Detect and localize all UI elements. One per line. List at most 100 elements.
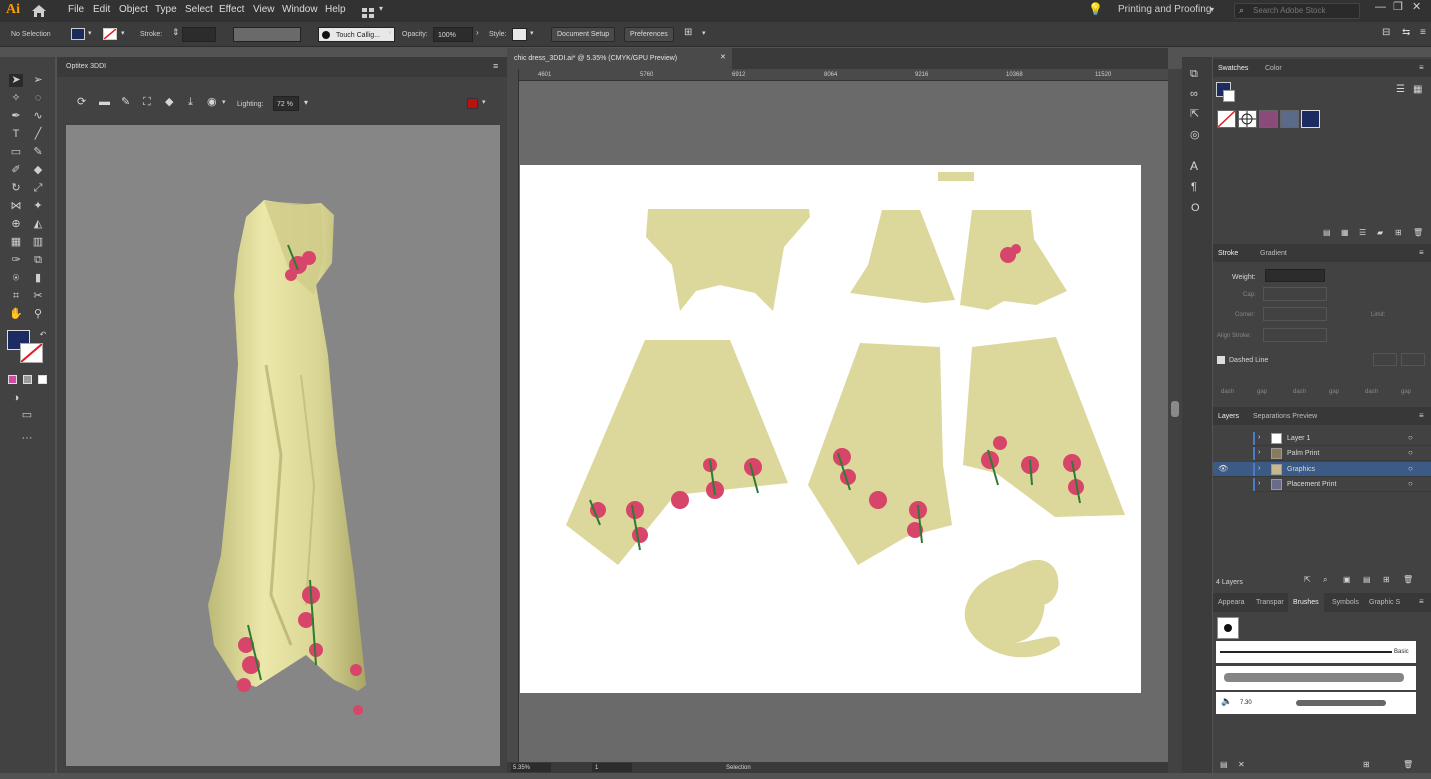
camera-reset-icon[interactable]: ▬ bbox=[99, 97, 110, 108]
preferences-button[interactable]: Preferences bbox=[624, 27, 674, 42]
tab-appearance[interactable]: Appeara bbox=[1218, 599, 1244, 606]
tab-symbols[interactable]: Symbols bbox=[1332, 599, 1359, 606]
new-brush-icon[interactable]: ⊞ bbox=[1363, 761, 1370, 769]
color-mode-icon[interactable] bbox=[8, 375, 17, 384]
record-icon[interactable] bbox=[467, 98, 478, 109]
libraries-icon[interactable]: ⧉ bbox=[1190, 69, 1198, 80]
selection-tool-icon[interactable]: ➤ bbox=[9, 74, 23, 87]
chevron-right-icon[interactable]: › bbox=[1258, 480, 1260, 487]
panel-menu-icon[interactable]: ≡ bbox=[1419, 249, 1424, 257]
locate-object-icon[interactable]: ⌕ bbox=[1323, 576, 1327, 584]
eye-icon[interactable]: 👁 bbox=[1218, 465, 1228, 473]
vertical-scrollbar[interactable] bbox=[1168, 69, 1182, 773]
panel-title[interactable]: Optitex 3DDI bbox=[66, 63, 106, 70]
home-icon[interactable] bbox=[30, 3, 48, 19]
menu-view[interactable]: View bbox=[253, 5, 275, 15]
fill-bucket-icon[interactable]: ◆ bbox=[165, 97, 173, 108]
download-icon[interactable]: ⤓ bbox=[188, 97, 193, 108]
graphic-style-swatch[interactable] bbox=[512, 28, 527, 41]
chevron-right-icon[interactable]: › bbox=[476, 29, 479, 37]
workspace-switcher[interactable]: Printing and Proofing bbox=[1118, 5, 1211, 15]
layer-row[interactable]: › Placement Print ○ bbox=[1253, 477, 1431, 492]
export-layer-icon[interactable]: ⇱ bbox=[1304, 576, 1311, 584]
list-view-icon[interactable]: ☰ bbox=[1396, 85, 1405, 95]
chevron-right-icon[interactable]: › bbox=[1258, 465, 1260, 472]
tab-transparency[interactable]: Transpar bbox=[1256, 599, 1284, 606]
chevron-right-icon[interactable]: › bbox=[1258, 449, 1260, 456]
layer-row[interactable]: › Palm Print ○ bbox=[1253, 446, 1431, 461]
clipping-mask-icon[interactable]: ▣ bbox=[1343, 576, 1351, 584]
tab-swatches[interactable]: Swatches bbox=[1218, 65, 1248, 72]
line-tool-icon[interactable]: ╱ bbox=[31, 128, 45, 141]
pen-tool-icon[interactable]: ✒ bbox=[9, 110, 23, 123]
close-tab-icon[interactable]: ✕ bbox=[720, 54, 726, 61]
rectangle-tool-icon[interactable]: ▭ bbox=[9, 146, 23, 159]
new-sublayer-icon[interactable]: ▤ bbox=[1363, 576, 1371, 584]
edit-pen-icon[interactable]: ✎ bbox=[121, 97, 130, 108]
chevron-down-icon[interactable]: ▾ bbox=[702, 30, 706, 37]
brush-basic[interactable]: Basic bbox=[1216, 641, 1416, 663]
chevron-down-icon[interactable]: ▾ bbox=[1210, 6, 1214, 14]
lighting-field[interactable]: 72 % bbox=[273, 96, 299, 111]
swatch-libraries-icon[interactable]: ▤ bbox=[1323, 229, 1331, 237]
swatch-registration[interactable] bbox=[1238, 110, 1257, 128]
swatch-pattern[interactable] bbox=[1259, 110, 1278, 128]
tab-brushes[interactable]: Brushes bbox=[1293, 599, 1319, 606]
panel-menu-icon[interactable]: ≡ bbox=[1420, 28, 1426, 38]
swatch-options-icon[interactable]: ☰ bbox=[1359, 229, 1366, 237]
gradient-tool-icon[interactable]: ▥ bbox=[31, 236, 45, 249]
column-graph-tool-icon[interactable]: ▮ bbox=[31, 272, 45, 285]
stock-search-field[interactable]: ⌕ Search Adobe Stock bbox=[1234, 3, 1360, 19]
tab-color[interactable]: Color bbox=[1265, 65, 1282, 72]
tab-separations-preview[interactable]: Separations Preview bbox=[1253, 413, 1317, 420]
close-icon[interactable]: ✕ bbox=[1412, 2, 1421, 13]
refresh-icon[interactable]: ⟳ bbox=[77, 97, 86, 108]
align-buttons[interactable] bbox=[1263, 328, 1327, 342]
swatch-none[interactable] bbox=[1217, 110, 1236, 128]
artboard-navigation[interactable]: 1 bbox=[592, 763, 632, 772]
stroke-color-swatch[interactable] bbox=[20, 343, 43, 363]
tab-gradient[interactable]: Gradient bbox=[1260, 250, 1287, 257]
gradient-mode-icon[interactable] bbox=[23, 375, 32, 384]
document-setup-button[interactable]: Document Setup bbox=[551, 27, 616, 42]
brush-charcoal[interactable] bbox=[1216, 666, 1416, 690]
brush-libraries-icon[interactable]: ▤ bbox=[1220, 761, 1228, 769]
stroke-weight-field[interactable] bbox=[182, 27, 216, 42]
opentype-icon[interactable]: O bbox=[1191, 203, 1200, 214]
perspective-grid-tool-icon[interactable]: ◭ bbox=[31, 218, 45, 231]
chevron-down-icon[interactable]: ▾ bbox=[304, 99, 308, 107]
swap-colors-icon[interactable]: ↶ bbox=[36, 328, 50, 341]
more-tools-icon[interactable]: ··· bbox=[20, 432, 34, 445]
slice-tool-icon[interactable]: ✂ bbox=[31, 290, 45, 303]
horizontal-ruler[interactable]: 4601 5760 6912 8064 9216 10368 11520 bbox=[519, 69, 1168, 81]
paintbrush-tool-icon[interactable]: ✎ bbox=[31, 146, 45, 159]
zoom-tool-icon[interactable]: ⚲ bbox=[31, 308, 45, 321]
tab-layers[interactable]: Layers bbox=[1218, 413, 1239, 420]
brush-definition-dropdown[interactable]: Touch Callig... bbox=[318, 27, 395, 42]
menu-object[interactable]: Object bbox=[119, 5, 148, 15]
chevron-down-icon[interactable]: ▾ bbox=[222, 99, 226, 106]
camera-icon[interactable]: ◉ bbox=[207, 97, 217, 108]
layer-row-selected[interactable]: 👁 › Graphics ○ bbox=[1213, 462, 1431, 477]
vertical-ruler[interactable] bbox=[507, 69, 519, 773]
trash-icon[interactable]: 🗑 bbox=[1403, 576, 1413, 584]
show-swatch-kinds-icon[interactable]: ▦ bbox=[1341, 229, 1349, 237]
stroke-preview[interactable] bbox=[1223, 90, 1235, 102]
eraser-tool-icon[interactable]: ◆ bbox=[31, 164, 45, 177]
draw-mode-icon[interactable]: ◑ bbox=[9, 392, 23, 405]
links-icon[interactable]: ∞ bbox=[1190, 89, 1198, 100]
variable-width-profile[interactable] bbox=[233, 27, 301, 42]
menu-window[interactable]: Window bbox=[282, 5, 318, 15]
stroke-weight-stepper[interactable]: ⇕ bbox=[172, 28, 180, 37]
lasso-tool-icon[interactable]: ◌ bbox=[31, 92, 45, 105]
panel-menu-icon[interactable]: ≡ bbox=[1419, 412, 1424, 420]
chevron-right-icon[interactable]: › bbox=[1258, 434, 1260, 441]
layer-target-icon[interactable]: ○ bbox=[1408, 449, 1413, 457]
new-color-group-icon[interactable]: ▰ bbox=[1377, 229, 1383, 237]
type-tool-icon[interactable]: T bbox=[9, 128, 23, 141]
export-icon[interactable]: ⇱ bbox=[1190, 109, 1199, 120]
3d-viewport[interactable] bbox=[66, 125, 500, 766]
scale-tool-icon[interactable]: ⤢ bbox=[31, 182, 45, 195]
menu-file[interactable]: File bbox=[68, 5, 84, 15]
menu-type[interactable]: Type bbox=[155, 5, 177, 15]
